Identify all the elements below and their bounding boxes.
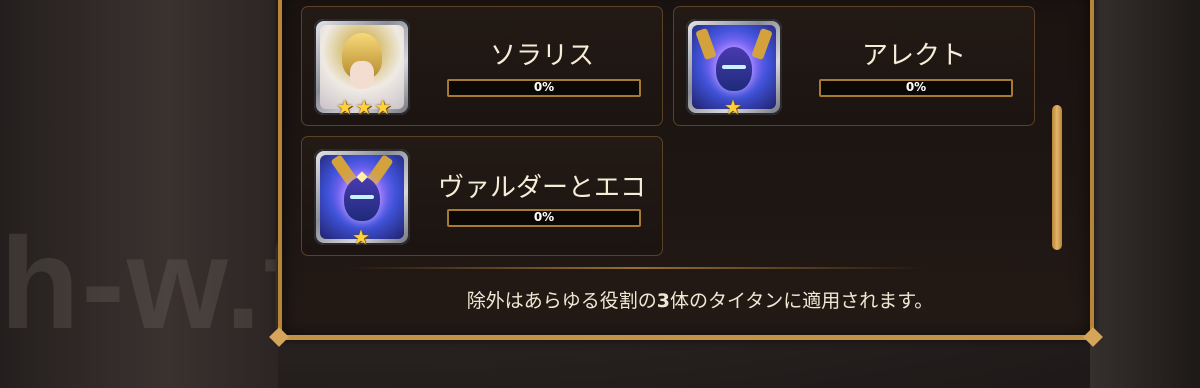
- exclusion-note: 除外はあらゆる役割の3体のタイタンに適用されます。: [300, 286, 1100, 313]
- hero-progress-bar: 0%: [447, 209, 641, 227]
- star-icon: ★: [336, 95, 354, 119]
- hero-card-valder-echo[interactable]: ★ ヴァルダーとエコ 0%: [301, 136, 663, 256]
- star-icon: ★: [373, 95, 392, 119]
- note-text-before: 除外はあらゆる役割の: [466, 290, 657, 312]
- hero-name: ヴァルダーとエコ: [437, 173, 646, 203]
- star-icon: ★: [352, 225, 370, 249]
- progress-text: 0%: [533, 210, 555, 224]
- hero-progress-bar: 0%: [819, 79, 1013, 97]
- background-right: [1090, 0, 1200, 388]
- hero-progress-bar: 0%: [447, 79, 641, 97]
- note-count: 3: [656, 290, 670, 312]
- scrollbar[interactable]: [1052, 105, 1062, 250]
- hero-name: アレクト: [861, 41, 966, 71]
- valder-echo-portrait-icon: ★: [310, 145, 414, 249]
- solaris-portrait-icon: ★ ★ ★: [310, 15, 414, 119]
- hero-card-alecto[interactable]: ★ アレクト 0%: [673, 6, 1035, 126]
- hero-stars: ★: [352, 227, 370, 247]
- progress-text: 0%: [905, 80, 927, 94]
- star-icon: ★: [724, 95, 742, 119]
- alecto-portrait-icon: ★: [682, 15, 786, 119]
- hero-card-solaris[interactable]: ★ ★ ★ ソラリス 0%: [301, 6, 663, 126]
- progress-text: 0%: [533, 80, 555, 94]
- hero-stars: ★: [724, 97, 742, 117]
- star-icon: ★: [354, 95, 373, 119]
- note-text-after: 体のタイタンに適用されます。: [669, 290, 934, 312]
- hero-name: ソラリス: [489, 41, 594, 71]
- hero-stars: ★ ★ ★: [336, 97, 392, 117]
- footer-divider: [346, 267, 926, 269]
